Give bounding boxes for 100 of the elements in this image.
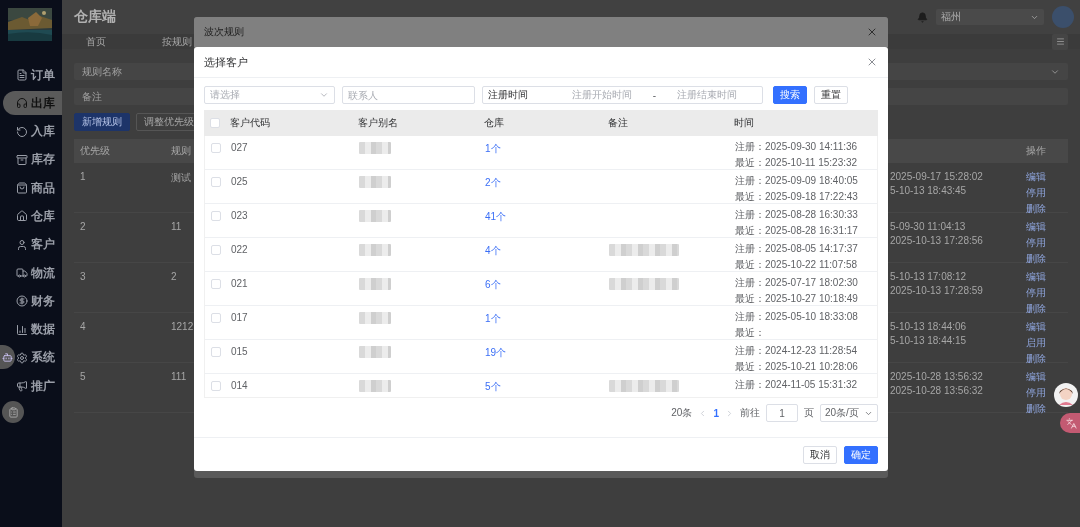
page-tab[interactable]: 首页 — [74, 34, 106, 49]
warehouse-link[interactable]: 4个 — [485, 244, 501, 258]
column-header: 客户代码 — [230, 116, 271, 130]
dialog-button[interactable]: 取消 — [803, 445, 837, 464]
column-header: 时间 — [734, 116, 755, 130]
chevron-right-icon[interactable] — [725, 408, 734, 418]
action-link[interactable]: 编辑 — [1026, 370, 1046, 384]
checkbox[interactable] — [211, 211, 221, 221]
translate-button[interactable] — [1060, 413, 1080, 433]
action-link[interactable]: 编辑 — [1026, 270, 1046, 284]
time-text: 最近：2025-10-11 15:23:32 — [735, 156, 859, 170]
date-range-field[interactable]: 注册时间 注册开始时间 - 注册结束时间 — [482, 86, 763, 104]
checkbox[interactable] — [211, 177, 221, 187]
user-avatar[interactable] — [1052, 6, 1074, 28]
customer-select[interactable]: 请选择 — [204, 86, 335, 104]
action-link[interactable]: 编辑 — [1026, 170, 1046, 184]
sidebar-item[interactable]: 订单 — [16, 63, 55, 87]
column-header: 仓库 — [484, 116, 505, 130]
sidebar-item[interactable]: 物流 — [16, 261, 55, 286]
sidebar-item[interactable]: 仓库 — [16, 204, 55, 229]
action-link[interactable]: 停用 — [1026, 286, 1046, 300]
checkbox[interactable] — [211, 313, 221, 323]
warehouse-link[interactable]: 41个 — [485, 210, 507, 224]
sidebar-item[interactable]: 商品 — [16, 176, 55, 201]
close-icon[interactable] — [866, 56, 878, 68]
warehouse-link[interactable]: 1个 — [485, 142, 501, 156]
sidebar-item[interactable]: 系统 — [16, 345, 55, 370]
page-tab[interactable]: 按规则 — [150, 34, 192, 49]
nav-icon — [16, 97, 28, 110]
dialog-title: 波次规则 — [204, 25, 244, 39]
checkbox[interactable] — [211, 381, 221, 391]
close-icon[interactable] — [866, 26, 878, 38]
sidebar-item[interactable]: 出库 — [3, 91, 62, 116]
action-link[interactable]: 删除 — [1026, 402, 1046, 416]
chevron-down-icon — [319, 90, 329, 100]
page-size-select[interactable]: 20条/页 — [820, 404, 878, 422]
table-cell-text: 014 — [231, 379, 249, 391]
warehouse-link[interactable]: 2个 — [485, 176, 501, 190]
action-link[interactable]: 停用 — [1026, 186, 1046, 200]
time-text: 5-09-30 11:04:13 — [890, 221, 966, 232]
checkbox[interactable] — [211, 143, 221, 153]
page-number[interactable]: 1 — [713, 407, 719, 419]
warehouse-link[interactable]: 1个 — [485, 312, 501, 326]
nav-icon — [16, 125, 28, 138]
bell-icon[interactable] — [917, 11, 928, 23]
warehouse-link[interactable]: 19个 — [485, 346, 507, 360]
nav-icon — [16, 182, 28, 195]
table-cell-text: 027 — [231, 141, 249, 153]
table-cell-text: 021 — [231, 277, 249, 289]
search-button[interactable]: 搜索 — [773, 86, 807, 104]
table-cell: 5 — [80, 371, 86, 382]
total-count: 20条 — [671, 406, 693, 420]
table-cell: 1212 — [171, 321, 194, 332]
range-separator: - — [652, 89, 657, 101]
action-link[interactable]: 删除 — [1026, 252, 1046, 266]
action-link[interactable]: 删除 — [1026, 352, 1046, 366]
checkbox[interactable] — [211, 347, 221, 357]
contact-field[interactable]: 联系人 — [342, 86, 475, 104]
time-text: 2025-10-13 17:28:59 — [890, 285, 983, 296]
action-button[interactable]: 新增规则 — [74, 113, 130, 131]
action-link[interactable]: 删除 — [1026, 302, 1046, 316]
location-select[interactable]: 福州 — [936, 9, 1044, 25]
time-text: 注册：2025-05-10 18:33:08 — [735, 310, 859, 324]
placeholder-text: 注册结束时间 — [675, 88, 738, 102]
table-cell: 3 — [80, 271, 86, 282]
sidebar-item[interactable]: 入库 — [16, 119, 55, 144]
time-text: 注册：2024-12-23 11:28:54 — [735, 344, 859, 358]
column-header: 操作 — [1020, 139, 1068, 163]
table-cell: 4 — [80, 321, 86, 332]
action-link[interactable]: 停用 — [1026, 386, 1046, 400]
time-text: 最近：2025-09-18 17:22:43 — [735, 190, 859, 204]
sidebar-item[interactable]: 客户 — [16, 232, 55, 257]
time-text: 最近：2025-08-28 16:31:17 — [735, 224, 859, 238]
action-link[interactable]: 启用 — [1026, 336, 1046, 350]
reset-button[interactable]: 重置 — [814, 86, 848, 104]
sidebar-item[interactable]: 库存 — [16, 147, 55, 172]
action-link[interactable]: 停用 — [1026, 236, 1046, 250]
page-input[interactable]: 1 — [766, 404, 798, 422]
action-link[interactable]: 编辑 — [1026, 320, 1046, 334]
nav-icon — [16, 267, 28, 280]
table-cell-text: 023 — [231, 209, 249, 221]
checkbox[interactable] — [210, 118, 220, 128]
action-link[interactable]: 删除 — [1026, 202, 1046, 216]
time-text: 最近：2025-10-22 11:07:58 — [735, 258, 859, 272]
sidebar-item[interactable]: 推广 — [16, 374, 55, 399]
time-text: 5-10-13 18:43:45 — [890, 185, 967, 196]
robot-icon — [2, 351, 13, 363]
placeholder-text: 注册开始时间 — [571, 88, 634, 102]
dialog-button[interactable]: 确定 — [844, 445, 878, 464]
warehouse-link[interactable]: 6个 — [485, 278, 501, 292]
warehouse-link[interactable]: 5个 — [485, 380, 501, 394]
sidebar-item[interactable]: 数据 — [16, 317, 55, 342]
assistant-avatar[interactable] — [1054, 383, 1078, 407]
sidebar-item[interactable]: 财务 — [16, 289, 55, 314]
column-header: 优先级 — [74, 139, 171, 163]
action-link[interactable]: 编辑 — [1026, 220, 1046, 234]
checkbox[interactable] — [211, 279, 221, 289]
time-text: 最近：2025-10-21 10:28:06 — [735, 360, 859, 374]
time-text: 5-10-13 17:08:12 — [890, 271, 967, 282]
checkbox[interactable] — [211, 245, 221, 255]
